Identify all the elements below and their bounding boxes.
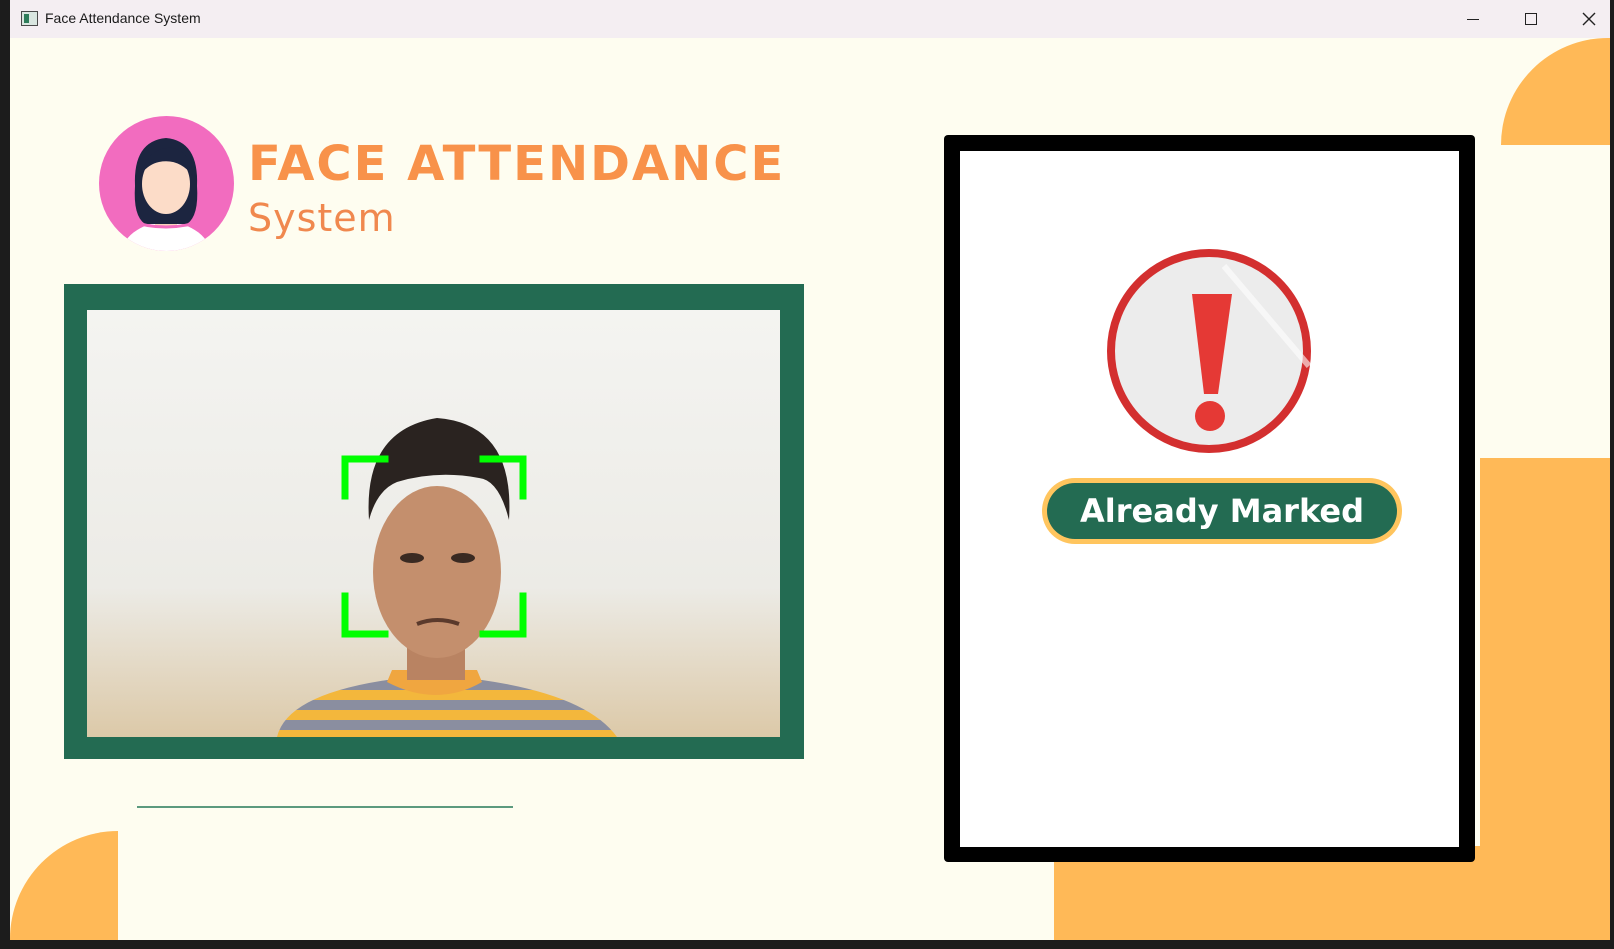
face-detection-box [341,455,527,638]
minimize-icon [1467,18,1479,20]
app-icon [21,11,38,26]
user-avatar-icon [99,116,234,251]
brand-subtitle: System [248,196,396,240]
progress-underline [137,806,513,808]
minimize-button[interactable] [1444,0,1502,38]
status-panel: Already Marked [944,135,1475,862]
status-badge: Already Marked [1042,478,1402,544]
app-window: Face Attendance System FACE ATTENDANCE S… [10,0,1610,940]
main-canvas: FACE ATTENDANCE System Already Marked [10,38,1610,940]
status-panel-inner: Already Marked [960,151,1459,847]
close-icon [1582,12,1596,26]
brand-title: FACE ATTENDANCE [248,136,786,192]
title-bar[interactable]: Face Attendance System [10,0,1610,38]
decor-corner-top-right [1501,38,1610,145]
window-title: Face Attendance System [45,10,201,26]
status-label: Already Marked [1047,483,1397,539]
close-button[interactable] [1560,0,1610,38]
maximize-icon [1525,13,1537,25]
decor-corner-bottom-left [10,831,118,940]
camera-feed [87,310,780,737]
camera-frame [64,284,804,759]
warning-exclamation-icon [1104,246,1314,456]
maximize-button[interactable] [1502,0,1560,38]
